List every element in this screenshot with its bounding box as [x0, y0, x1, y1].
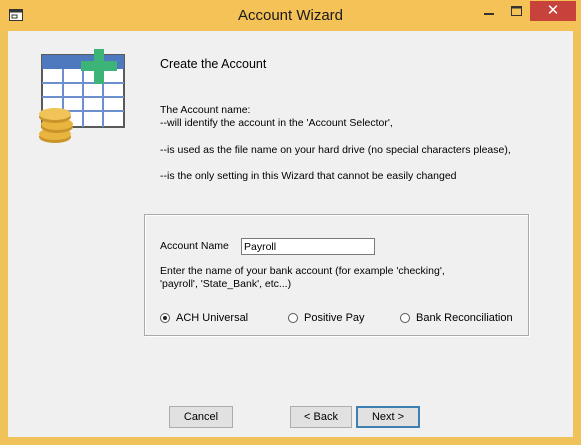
- radio-unselected-icon: [288, 313, 298, 323]
- next-button[interactable]: Next >: [356, 406, 420, 428]
- page-heading: Create the Account: [160, 57, 267, 71]
- radio-label: ACH Universal: [176, 312, 249, 324]
- radio-label: Bank Reconciliation: [416, 312, 513, 324]
- account-name-hint: Enter the name of your bank account (for…: [160, 265, 445, 290]
- radio-label: Positive Pay: [304, 312, 365, 324]
- back-button[interactable]: < Back: [290, 406, 352, 428]
- account-name-label: Account Name: [160, 240, 229, 252]
- description-line: --is used as the file name on your hard …: [160, 144, 511, 156]
- account-ledger-logo: [39, 49, 125, 143]
- title-bar[interactable]: Account Wizard ✕: [0, 0, 581, 31]
- minimize-icon: [484, 13, 494, 15]
- minimize-button[interactable]: [475, 1, 503, 23]
- radio-selected-icon: [160, 313, 170, 323]
- maximize-button[interactable]: [503, 1, 530, 23]
- maximize-icon: [511, 6, 522, 16]
- description-line: --is the only setting in this Wizard tha…: [160, 170, 457, 182]
- account-settings-group: Account Name Enter the name of your bank…: [144, 214, 529, 336]
- close-button[interactable]: ✕: [530, 1, 576, 21]
- radio-unselected-icon: [400, 313, 410, 323]
- cancel-button[interactable]: Cancel: [169, 406, 233, 428]
- close-icon: ✕: [546, 2, 560, 19]
- description-line: The Account name:: [160, 104, 251, 116]
- account-name-field[interactable]: [241, 238, 375, 255]
- wizard-client-area: Create the Account The Account name: --w…: [8, 31, 573, 437]
- description-line: --will identify the account in the 'Acco…: [160, 117, 393, 129]
